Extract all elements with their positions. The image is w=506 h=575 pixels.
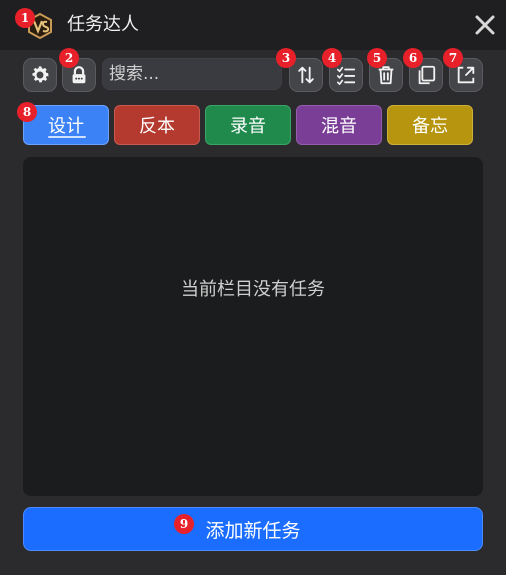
annotation-badge-4: 4 <box>322 48 342 68</box>
tab-label: 反本 <box>139 116 175 137</box>
gear-icon <box>32 66 49 83</box>
tab-mixing[interactable]: 混音 <box>296 105 382 145</box>
task-list-panel: 当前栏目没有任务 <box>23 157 483 496</box>
annotation-badge-5: 5 <box>367 48 387 68</box>
annotation-badge-3: 3 <box>276 48 296 68</box>
tab-review[interactable]: 反本 <box>114 105 200 145</box>
settings-button[interactable] <box>23 58 57 92</box>
add-task-button[interactable]: 添加新任务 <box>23 507 483 551</box>
copy-icon <box>418 65 436 85</box>
annotation-badge-6: 6 <box>403 48 423 68</box>
annotation-badge-8: 8 <box>17 102 37 122</box>
annotation-badge-7: 7 <box>443 48 463 68</box>
empty-state-message: 当前栏目没有任务 <box>181 279 325 300</box>
tab-label: 录音 <box>230 116 266 137</box>
annotation-badge-2: 2 <box>59 48 79 68</box>
search-input[interactable] <box>102 58 282 90</box>
tab-recording[interactable]: 录音 <box>205 105 291 145</box>
tab-label: 设计 <box>48 116 84 137</box>
app-window: 任务达人 1 2 3 4 5 6 7 8 9 搜索... 设计 反本 录音 混音… <box>0 0 506 575</box>
close-icon <box>475 15 495 35</box>
checklist-icon <box>336 66 356 85</box>
tab-label: 备忘 <box>412 116 448 137</box>
title-bar: 任务达人 <box>0 0 506 50</box>
export-icon <box>457 66 475 84</box>
window-title: 任务达人 <box>67 14 139 35</box>
annotation-badge-1: 1 <box>15 8 35 28</box>
sort-icon <box>298 66 314 84</box>
close-button[interactable] <box>474 14 496 36</box>
annotation-badge-9: 9 <box>174 514 194 534</box>
add-task-label: 添加新任务 <box>205 519 301 542</box>
active-tab-indicator <box>48 136 86 138</box>
tab-label: 混音 <box>321 116 357 137</box>
tab-memo[interactable]: 备忘 <box>387 105 473 145</box>
